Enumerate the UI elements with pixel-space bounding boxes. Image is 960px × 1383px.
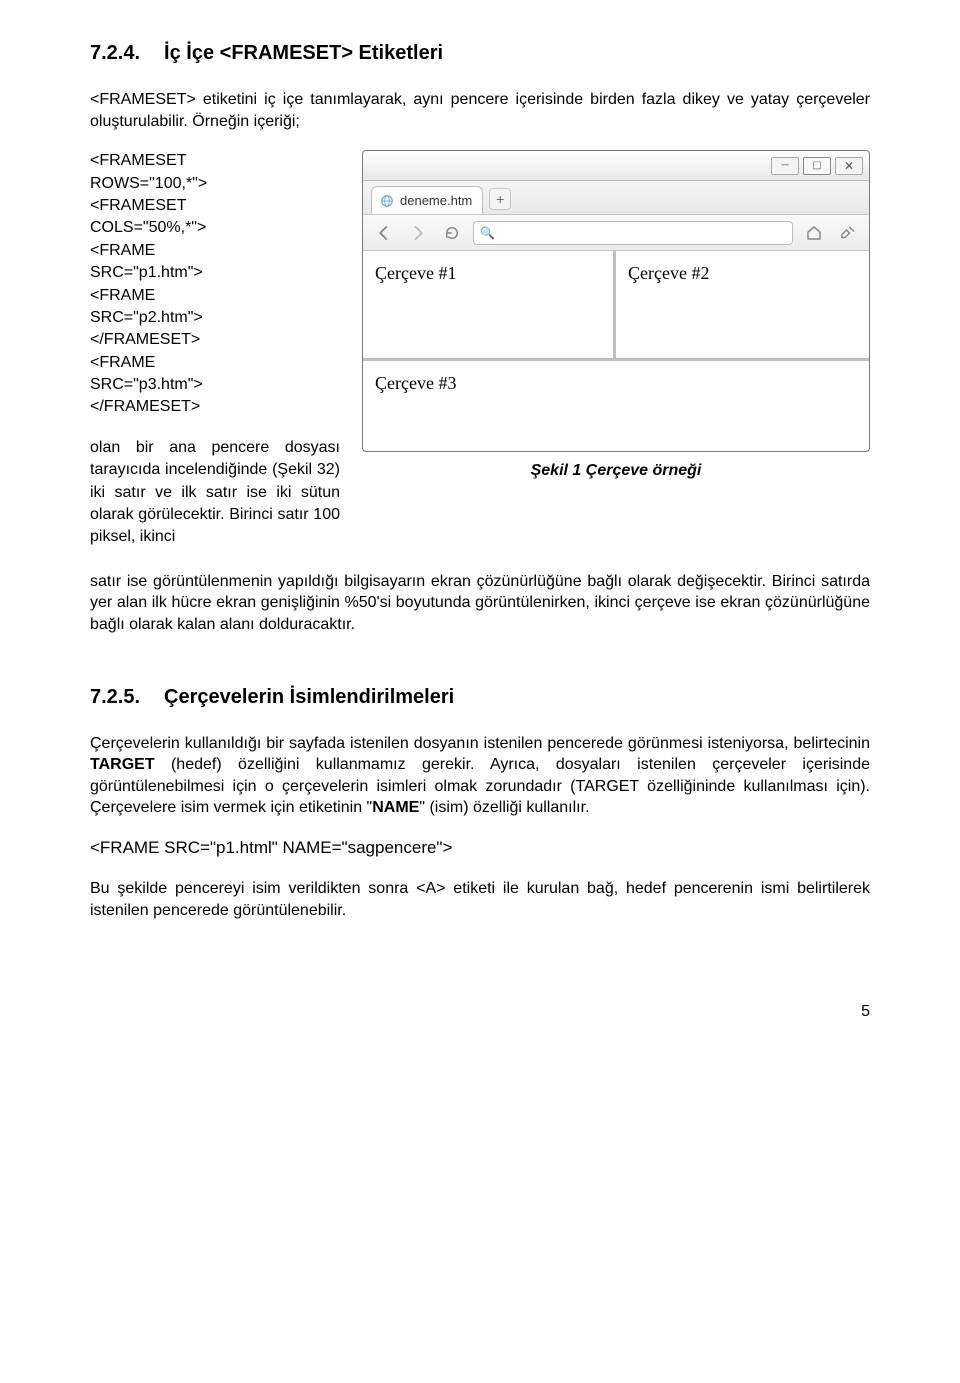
tab-label: deneme.htm: [400, 192, 472, 210]
intro-paragraph: <FRAMESET> etiketini iç içe tanımlayarak…: [90, 89, 870, 132]
browser-toolbar: 🔍: [363, 215, 869, 251]
frame-viewport: Çerçeve #1 Çerçeve #2 Çerçeve #3: [363, 251, 869, 451]
figure-caption: Şekil 1 Çerçeve örneği: [362, 460, 870, 482]
new-tab-button[interactable]: +: [489, 188, 511, 210]
address-bar[interactable]: 🔍: [473, 221, 793, 245]
section-heading-2: 7.2.5. Çerçevelerin İsimlendirilmeleri: [90, 684, 870, 711]
minimize-button[interactable]: ─: [771, 157, 799, 175]
close-button[interactable]: ✕: [835, 157, 863, 175]
titlebar: ─ ▢ ✕: [363, 151, 869, 181]
sec2-paragraph-1: Çerçevelerin kullanıldığı bir sayfada is…: [90, 733, 870, 819]
flow-paragraph: satır ise görüntülenmenin yapıldığı bilg…: [90, 571, 870, 636]
frame-cell-2: Çerçeve #2: [616, 251, 869, 358]
forward-button[interactable]: [405, 220, 431, 246]
settings-icon[interactable]: [835, 220, 861, 246]
section-number-2: 7.2.5.: [90, 686, 140, 708]
back-button[interactable]: [371, 220, 397, 246]
maximize-button[interactable]: ▢: [803, 157, 831, 175]
section-title-1: İç İçe <FRAMESET> Etiketleri: [164, 42, 443, 64]
section-heading-1: 7.2.4. İç İçe <FRAMESET> Etiketleri: [90, 40, 870, 67]
page-number: 5: [90, 1001, 870, 1023]
left-narrow-paragraph: olan bir ana pencere dosyası tarayıcıda …: [90, 437, 340, 549]
page-icon: [380, 194, 394, 208]
section-number-1: 7.2.4.: [90, 42, 140, 64]
code-block-2: <FRAME SRC="p1.html" NAME="sagpencere">: [90, 837, 870, 860]
search-icon: 🔍: [480, 225, 495, 241]
browser-tab[interactable]: deneme.htm: [371, 186, 483, 214]
frame-cell-1: Çerçeve #1: [363, 251, 616, 358]
frame-cell-3: Çerçeve #3: [363, 361, 869, 451]
code-block-1: <FRAMESET ROWS="100,*"> <FRAMESET COLS="…: [90, 150, 340, 419]
tab-bar: deneme.htm +: [363, 181, 869, 215]
section-title-2: Çerçevelerin İsimlendirilmeleri: [164, 686, 454, 708]
browser-window: ─ ▢ ✕ deneme.htm +: [362, 150, 870, 452]
sec2-paragraph-2: Bu şekilde pencereyi isim verildikten so…: [90, 878, 870, 921]
reload-button[interactable]: [439, 220, 465, 246]
home-button[interactable]: [801, 220, 827, 246]
